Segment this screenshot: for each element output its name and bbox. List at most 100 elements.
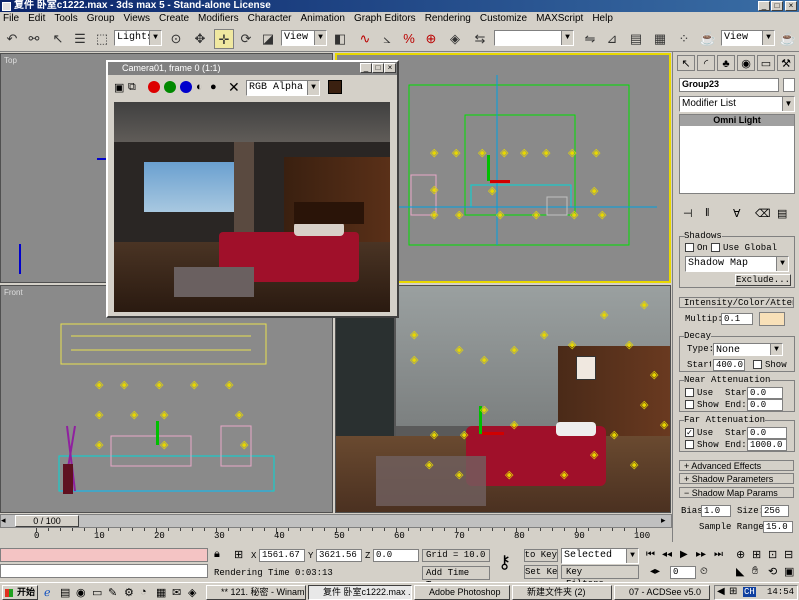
align-icon[interactable]: ⊿ [602, 29, 622, 49]
omni-light-icon[interactable]: ◈ [455, 345, 463, 356]
task-photoshop[interactable]: Adobe Photoshop [414, 585, 510, 600]
select-object-icon[interactable]: ⊙ [166, 29, 186, 49]
pivot-icon[interactable]: ◧ [330, 29, 350, 49]
modify-tab-icon[interactable]: ◜ [697, 55, 715, 71]
mirror-tool-icon[interactable]: ⇋ [580, 29, 600, 49]
menu-item-file[interactable]: File [3, 12, 19, 26]
red-channel-icon[interactable] [148, 81, 160, 93]
omni-light-icon[interactable]: ◈ [560, 470, 568, 481]
minimize-button[interactable]: _ [758, 1, 770, 11]
menu-item-maxscript[interactable]: MAXScript [536, 12, 583, 26]
configure-icon[interactable]: ▤ [777, 207, 787, 220]
render-min-button[interactable]: _ [360, 63, 372, 73]
omni-light-icon[interactable]: ◈ [460, 430, 468, 441]
remove-modifier-icon[interactable]: ⌫ [755, 207, 771, 220]
set-key-button[interactable]: Set Key [524, 565, 558, 579]
exclude-button[interactable]: Exclude... [735, 274, 791, 286]
multiplier-field[interactable]: 0.1 [721, 313, 753, 325]
key-filters-button[interactable]: Key Filters... [561, 565, 639, 589]
next-frame-icon[interactable]: ▸▸ [696, 549, 706, 560]
omni-light-icon[interactable]: ◈ [425, 460, 433, 471]
save-icon[interactable]: ▣ [114, 81, 124, 94]
quicklaunch-media-icon[interactable]: ◉ [76, 586, 86, 599]
omni-light-icon[interactable]: ◈ [510, 345, 518, 356]
omni-light-icon[interactable]: ◈ [455, 470, 463, 481]
mono-icon[interactable]: ◐ [196, 81, 203, 93]
far-end-field[interactable]: 1000.0 [747, 439, 787, 451]
move-icon[interactable]: ✛ [214, 29, 234, 49]
omni-light-icon[interactable]: ◈ [500, 148, 508, 159]
close-button[interactable]: × [785, 1, 797, 11]
size-field[interactable]: 256 [761, 505, 789, 517]
quicklaunch-app4-icon[interactable]: ▦ [156, 586, 166, 599]
menu-item-help[interactable]: Help [592, 12, 613, 26]
quicklaunch-app5-icon[interactable]: ✉ [172, 586, 181, 599]
omni-light-icon[interactable]: ◈ [660, 420, 668, 431]
curve-editor-icon[interactable]: ▦ [650, 29, 670, 49]
menu-item-modifiers[interactable]: Modifiers [198, 12, 239, 26]
undo-icon[interactable]: ↶ [2, 29, 22, 49]
modifier-list-dropdown[interactable]: Modifier List ▼ [679, 96, 795, 112]
start-button[interactable]: 开始 [2, 585, 38, 600]
language-indicator[interactable]: CH [743, 587, 756, 597]
utilities-tab-icon[interactable]: ⚒ [777, 55, 795, 71]
maxscript-listener[interactable] [0, 548, 208, 562]
zoom-all-icon[interactable]: ⊞ [752, 548, 761, 561]
lock-icon[interactable]: 🔒︎ [214, 548, 220, 561]
omni-light-icon[interactable]: ◈ [590, 450, 598, 461]
omni-light-icon[interactable]: ◈ [155, 380, 163, 391]
render-window[interactable]: Camera01, frame 0 (1:1) _ □ × ▣ ⧉ ◐ ● ✕ … [106, 60, 399, 318]
omni-light-icon[interactable]: ◈ [480, 405, 488, 416]
light-color-swatch[interactable] [759, 312, 785, 326]
named-sel-icon[interactable]: ◈ [445, 29, 465, 49]
color-swatch[interactable] [328, 80, 342, 94]
channel-dropdown[interactable]: RGB Alpha ▼ [246, 80, 320, 96]
omni-light-icon[interactable]: ◈ [510, 420, 518, 431]
far-use-checkbox[interactable]: ✓ [685, 428, 694, 437]
time-slider[interactable]: 0 / 100 ◂ ▸ [0, 514, 672, 528]
quicklaunch-explorer-icon[interactable]: ▤ [60, 586, 70, 599]
omni-light-icon[interactable]: ◈ [430, 148, 438, 159]
ref-coord-dropdown[interactable]: View ▼ [281, 30, 327, 46]
goto-end-icon[interactable]: ⏭ [714, 549, 723, 560]
omni-light-icon[interactable]: ◈ [225, 380, 233, 391]
menu-item-edit[interactable]: Edit [28, 12, 45, 26]
omni-light-icon[interactable]: ◈ [160, 440, 168, 451]
menu-item-character[interactable]: Character [248, 12, 292, 26]
omni-light-icon[interactable]: ◈ [568, 148, 576, 159]
menu-item-graph-editors[interactable]: Graph Editors [354, 12, 416, 26]
add-time-tag-button[interactable]: Add Time Tag [422, 566, 490, 590]
play-icon[interactable]: ▶ [680, 549, 688, 560]
omni-light-icon[interactable]: ◈ [120, 380, 128, 391]
key-mode-icon[interactable]: ◂▸ [650, 566, 660, 577]
omni-light-icon[interactable]: ◈ [542, 148, 550, 159]
omni-light-icon[interactable]: ◈ [430, 210, 438, 221]
omni-light-icon[interactable]: ◈ [488, 186, 496, 197]
quicklaunch-app-icon[interactable]: ✎ [108, 586, 117, 599]
omni-light-icon[interactable]: ◈ [610, 430, 618, 441]
omni-light-icon[interactable]: ◈ [640, 300, 648, 311]
menu-item-customize[interactable]: Customize [480, 12, 527, 26]
omni-light-icon[interactable]: ◈ [452, 148, 460, 159]
y-coord-field[interactable]: 3621.56 [316, 549, 362, 562]
sample-range-field[interactable]: 15.0 [763, 521, 793, 533]
omni-light-icon[interactable]: ◈ [455, 210, 463, 221]
selected-dropdown[interactable]: Selected ▼ [561, 548, 639, 564]
menu-item-create[interactable]: Create [159, 12, 189, 26]
bias-field[interactable]: 1.0 [701, 505, 731, 517]
link-icon[interactable]: ⚯ [24, 29, 44, 49]
time-config-icon[interactable]: ⏲ [700, 566, 708, 577]
omni-light-icon[interactable]: ◈ [505, 470, 513, 481]
arc-rotate-icon[interactable]: ⟲ [768, 565, 777, 578]
scale-icon[interactable]: ◪ [258, 29, 278, 49]
task-winamp[interactable]: ** 121. 秘密 - Winamp [206, 585, 306, 600]
omni-light-icon[interactable]: ◈ [95, 410, 103, 421]
omni-light-icon[interactable]: ◈ [598, 210, 606, 221]
near-show-checkbox[interactable] [685, 400, 694, 409]
quick-render-icon[interactable]: ☕ [778, 29, 798, 49]
omni-light-icon[interactable]: ◈ [160, 410, 168, 421]
menu-item-animation[interactable]: Animation [301, 12, 345, 26]
blue-channel-icon[interactable] [180, 81, 192, 93]
absolute-mode-icon[interactable]: ⊞ [234, 548, 243, 561]
modifier-stack[interactable]: Omni Light [679, 114, 795, 194]
